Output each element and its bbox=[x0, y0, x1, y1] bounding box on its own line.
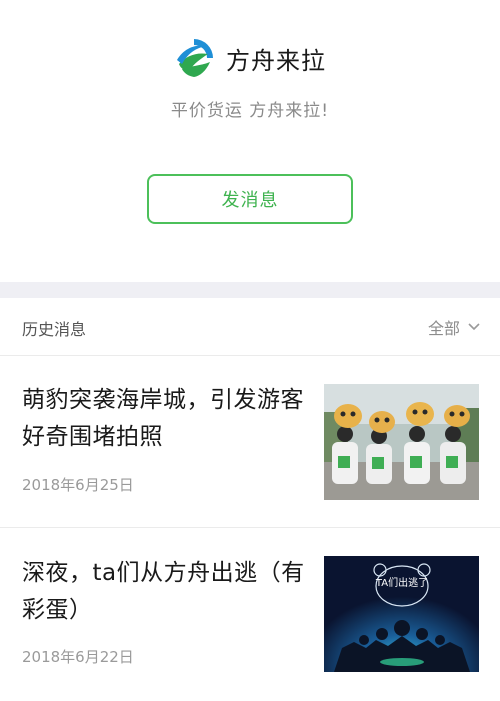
official-account-page: 方舟来拉 平价货运 方舟来拉! 发消息 历史消息 全部 萌豹突袭海岸城，引发游客… bbox=[0, 0, 500, 701]
chevron-down-icon bbox=[468, 323, 480, 331]
filter-label: 全部 bbox=[427, 319, 460, 338]
history-filter-dropdown[interactable]: 全部 bbox=[428, 315, 480, 339]
night-ark-poster-image: TA们出逃了 bbox=[324, 556, 479, 672]
account-tagline: 平价货运 方舟来拉! bbox=[170, 101, 330, 121]
article-thumbnail[interactable] bbox=[324, 384, 479, 500]
article-item[interactable]: 深夜，ta们从方舟出逃（有彩蛋） 2018年6月22日 TA们出逃了 bbox=[0, 528, 500, 701]
history-title: 历史消息 bbox=[22, 320, 87, 339]
article-title[interactable]: 萌豹突袭海岸城，引发游客好奇围堵拍照 bbox=[22, 382, 307, 456]
send-message-button[interactable]: 发消息 bbox=[147, 174, 353, 224]
article-thumbnail[interactable]: TA们出逃了 bbox=[324, 556, 479, 672]
article-item[interactable]: 萌豹突袭海岸城，引发游客好奇围堵拍照 2018年6月25日 bbox=[0, 356, 500, 528]
profile-section: 方舟来拉 平价货运 方舟来拉! 发消息 bbox=[0, 0, 500, 282]
article-title[interactable]: 深夜，ta们从方舟出逃（有彩蛋） bbox=[22, 555, 307, 629]
group-photo-with-leopard-mascots-image bbox=[324, 384, 479, 500]
ark-sail-logo-icon bbox=[175, 39, 213, 77]
brand-row: 方舟来拉 bbox=[0, 36, 500, 80]
article-date: 2018年6月25日 bbox=[22, 476, 134, 494]
account-name: 方舟来拉 bbox=[226, 46, 326, 75]
section-divider bbox=[0, 282, 500, 298]
article-date: 2018年6月22日 bbox=[22, 648, 134, 666]
poster-text: TA们出逃了 bbox=[375, 576, 428, 589]
history-header: 历史消息 全部 bbox=[0, 298, 500, 356]
